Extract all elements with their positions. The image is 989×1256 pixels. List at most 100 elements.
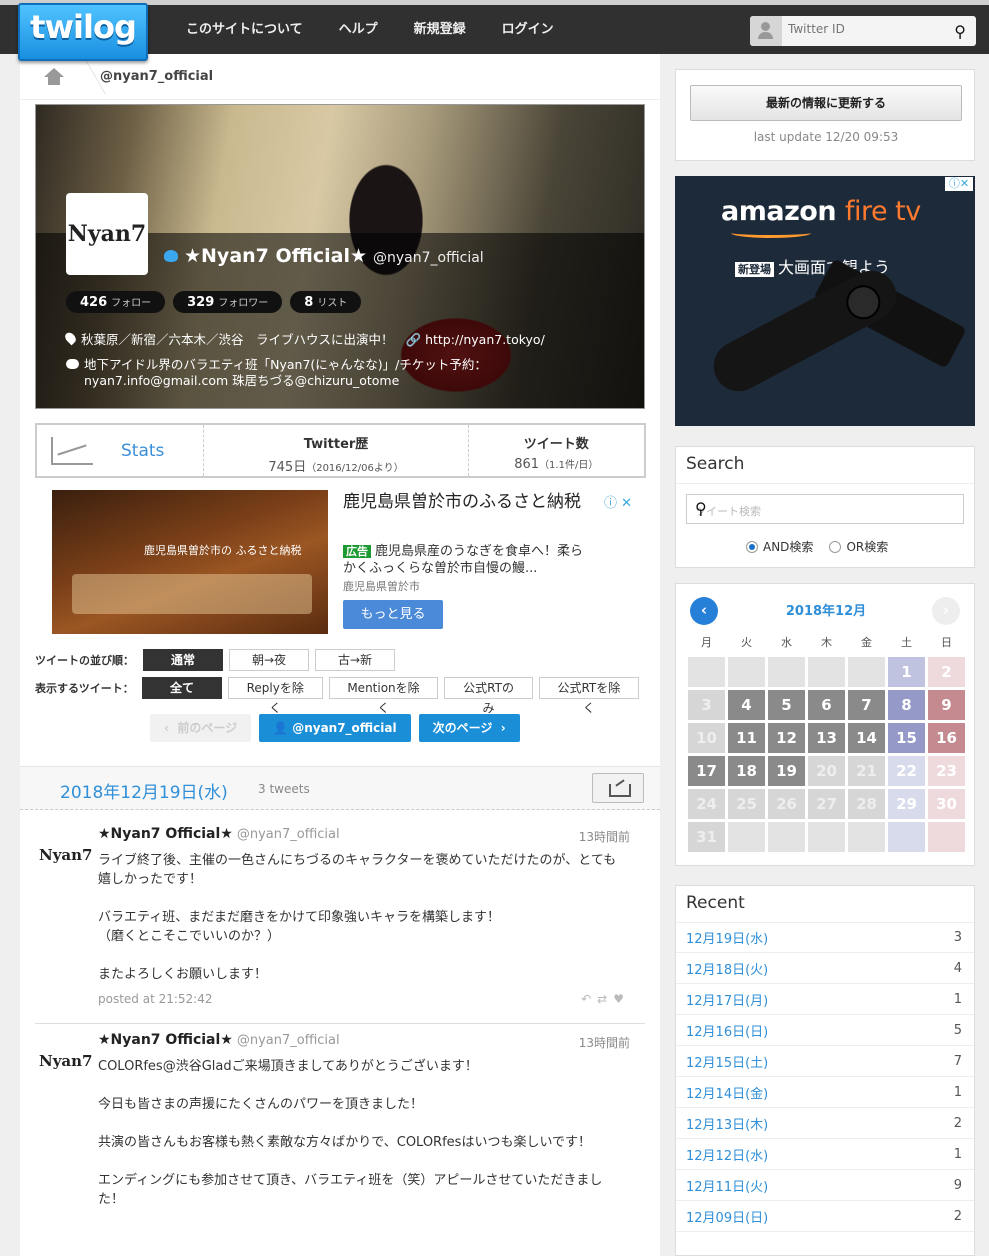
show-no-reply[interactable]: Replyを除く bbox=[227, 677, 323, 715]
calendar-day bbox=[768, 822, 805, 852]
last-update: last update 12/20 09:53 bbox=[753, 130, 899, 144]
calendar-day[interactable]: 16 bbox=[928, 723, 965, 753]
profile-description: 地下アイドル界のバラエティ班「Nyan7(にゃんなな)」/チケット予約：nyan… bbox=[66, 357, 626, 389]
and-search-radio[interactable]: AND検索 bbox=[746, 538, 813, 555]
order-normal[interactable]: 通常 bbox=[143, 649, 223, 671]
day-tweet-count: 3 tweets bbox=[258, 782, 310, 796]
calendar-day: 21 bbox=[848, 756, 885, 786]
list-count[interactable]: 8 リスト bbox=[290, 291, 362, 313]
nav-help[interactable]: ヘルプ bbox=[321, 19, 396, 41]
calendar-day bbox=[728, 657, 765, 687]
tweet-avatar[interactable]: Nyan7 bbox=[39, 1052, 93, 1070]
ad-banner[interactable]: 鹿児島県曽於市の ふるさと納税 鹿児島県曽於市のふるさと納税 ⓘ ✕ 広告 鹿児島… bbox=[52, 490, 632, 634]
calendar-day[interactable]: 9 bbox=[928, 690, 965, 720]
order-morning-night[interactable]: 朝→夜 bbox=[229, 649, 309, 671]
recent-date[interactable]: 12月19日(水) bbox=[686, 928, 768, 947]
recent-count: 2 bbox=[953, 1208, 962, 1224]
recent-date[interactable]: 12月14日(金) bbox=[686, 1083, 768, 1102]
tweet-posted-at[interactable]: posted at 21:52:42 bbox=[98, 992, 213, 1006]
calendar-day[interactable]: 19 bbox=[768, 756, 805, 786]
show-no-rt[interactable]: 公式RTを除く bbox=[538, 677, 639, 715]
ad-choices-icon[interactable]: ⓘ ✕ bbox=[604, 492, 632, 511]
recent-date[interactable]: 12月18日(火) bbox=[686, 959, 768, 978]
next-month-button[interactable]: › bbox=[932, 597, 960, 625]
recent-item[interactable]: 12月15日(土) 7 bbox=[676, 1046, 974, 1077]
calendar-day: 23 bbox=[928, 756, 965, 786]
calendar: ‹ 2018年12月 › 月火水木金土日 1 2 3 4 5 6 7 8 9 10 11 12 13 14 1… bbox=[675, 583, 975, 866]
search-box: Search ツイート検索 ⚲ AND検索 OR検索 bbox=[675, 446, 975, 568]
calendar-day[interactable]: 8 bbox=[888, 690, 925, 720]
ad-text: 広告 鹿児島県産のうなぎを食卓へ！柔らかくふっくらな曽於市自慢の鰻... bbox=[343, 544, 584, 576]
tweet-search-input[interactable]: ツイート検索 ⚲ bbox=[686, 494, 964, 524]
show-all[interactable]: 全て bbox=[142, 677, 222, 699]
calendar-day[interactable]: 17 bbox=[688, 756, 725, 786]
day-date[interactable]: 2018年12月19日(水) bbox=[60, 778, 228, 803]
home-icon[interactable] bbox=[44, 68, 64, 86]
twilog-logo[interactable]: twilog bbox=[18, 3, 148, 61]
search-icon[interactable]: ⚲ bbox=[695, 499, 955, 518]
tweet-actions[interactable]: ↶⇄♥ bbox=[581, 992, 630, 1006]
profile-url[interactable]: 🔗 http://nyan7.tokyo/ bbox=[406, 332, 545, 347]
recent-item[interactable]: 12月19日(水) 3 bbox=[676, 922, 974, 953]
ad-choices-icon[interactable]: ⓘ✕ bbox=[945, 177, 973, 191]
recent-item[interactable]: 12月13日(木) 2 bbox=[676, 1108, 974, 1139]
calendar-day[interactable]: 4 bbox=[728, 690, 765, 720]
calendar-day[interactable]: 6 bbox=[808, 690, 845, 720]
calendar-day[interactable]: 11 bbox=[728, 723, 765, 753]
follow-count[interactable]: 426 フォロー bbox=[66, 291, 166, 313]
tweet-avatar[interactable]: Nyan7 bbox=[39, 846, 93, 864]
recent-item[interactable]: 12月09日(日) 2 bbox=[676, 1201, 974, 1232]
recent-item[interactable]: 12月12日(水) 1 bbox=[676, 1139, 974, 1170]
recent-item[interactable]: 12月17日(月) 1 bbox=[676, 984, 974, 1015]
ad-more-button[interactable]: もっと見る bbox=[343, 600, 443, 629]
ad-title[interactable]: 鹿児島県曽於市のふるさと納税 bbox=[343, 492, 603, 513]
nav-login[interactable]: ログイン bbox=[484, 19, 572, 41]
stats-link[interactable]: Stats bbox=[37, 425, 205, 476]
calendar-day bbox=[888, 822, 925, 852]
show-no-mention[interactable]: Mentionを除く bbox=[328, 677, 439, 715]
nav-about[interactable]: このサイトについて bbox=[168, 19, 321, 41]
show-rt-only[interactable]: 公式RTのみ bbox=[444, 677, 533, 715]
recent-date[interactable]: 12月15日(土) bbox=[686, 1052, 768, 1071]
user-page-button[interactable]: 👤 @nyan7_official bbox=[259, 714, 411, 742]
profile-name: ★Nyan7 Official★ @nyan7_official bbox=[164, 245, 484, 267]
calendar-day[interactable]: 5 bbox=[768, 690, 805, 720]
recent-item[interactable]: 12月14日(金) 1 bbox=[676, 1077, 974, 1108]
recent-date[interactable]: 12月12日(水) bbox=[686, 1145, 768, 1164]
twitter-id-input[interactable] bbox=[788, 22, 938, 36]
or-search-radio[interactable]: OR検索 bbox=[829, 538, 888, 555]
recent-date[interactable]: 12月13日(木) bbox=[686, 1114, 768, 1133]
line-chart-icon bbox=[51, 437, 93, 465]
refresh-button[interactable]: 最新の情報に更新する bbox=[690, 85, 962, 121]
prev-page-button[interactable]: ‹ 前のページ bbox=[150, 714, 252, 742]
avatar[interactable]: Nyan7 bbox=[66, 193, 148, 275]
calendar-day[interactable]: 13 bbox=[808, 723, 845, 753]
order-old-new[interactable]: 古→新 bbox=[315, 649, 395, 671]
search-icon[interactable]: ⚲ bbox=[954, 22, 966, 41]
recent-item[interactable]: 12月11日(火) 9 bbox=[676, 1170, 974, 1201]
recent-date[interactable]: 12月11日(火) bbox=[686, 1176, 768, 1195]
recent-date[interactable]: 12月09日(日) bbox=[686, 1207, 768, 1226]
calendar-day[interactable]: 15 bbox=[888, 723, 925, 753]
recent-date[interactable]: 12月16日(日) bbox=[686, 1021, 768, 1040]
calendar-day: 28 bbox=[848, 789, 885, 819]
calendar-day[interactable]: 18 bbox=[728, 756, 765, 786]
recent-item[interactable]: 12月18日(火) 4 bbox=[676, 953, 974, 984]
calendar-day[interactable]: 14 bbox=[848, 723, 885, 753]
ad-image[interactable]: 鹿児島県曽於市の ふるさと納税 bbox=[52, 490, 328, 634]
next-page-button[interactable]: 次のページ › bbox=[418, 714, 520, 742]
calendar-day: 29 bbox=[888, 789, 925, 819]
recent-count: 5 bbox=[953, 1022, 962, 1038]
share-icon[interactable] bbox=[592, 773, 644, 803]
tweet-time[interactable]: 13時間前 bbox=[579, 1034, 630, 1051]
tweet-time[interactable]: 13時間前 bbox=[579, 828, 630, 845]
amazon-ad[interactable]: ⓘ✕ amazon fire tv 新登場大画面で観よう bbox=[675, 176, 975, 426]
recent-date[interactable]: 12月17日(月) bbox=[686, 990, 768, 1009]
calendar-day[interactable]: 12 bbox=[768, 723, 805, 753]
follower-count[interactable]: 329 フォロワー bbox=[173, 291, 283, 313]
calendar-day[interactable]: 7 bbox=[848, 690, 885, 720]
calendar-day: 2 bbox=[928, 657, 965, 687]
nav-signup[interactable]: 新規登録 bbox=[396, 19, 484, 41]
recent-item[interactable]: 12月16日(日) 5 bbox=[676, 1015, 974, 1046]
main-column: @nyan7_official Nyan7 ★Nyan7 Official★ @n… bbox=[20, 54, 660, 1256]
